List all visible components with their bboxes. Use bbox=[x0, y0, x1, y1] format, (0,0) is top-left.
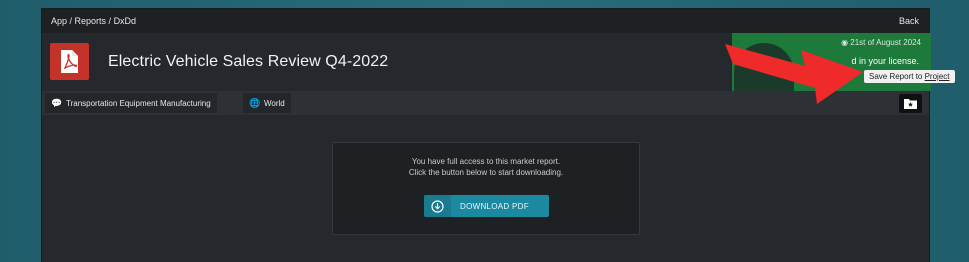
save-tooltip: Save Report to Project bbox=[864, 70, 955, 83]
breadcrumb-separator: / bbox=[106, 16, 114, 26]
breadcrumb: App / Reports / DxDd bbox=[51, 16, 136, 26]
download-pdf-button[interactable]: DOWNLOAD PDF bbox=[424, 195, 549, 217]
breadcrumb-current: DxDd bbox=[113, 16, 137, 26]
tag-region[interactable]: 🌐 World bbox=[243, 93, 291, 113]
folder-star-icon bbox=[904, 99, 917, 109]
tooltip-project-link[interactable]: Project bbox=[925, 72, 950, 81]
download-label: DOWNLOAD PDF bbox=[460, 202, 529, 211]
chat-icon: 💬 bbox=[51, 98, 63, 108]
annotation-arrow-icon bbox=[725, 44, 863, 104]
access-line-1: You have full access to this market repo… bbox=[411, 157, 561, 166]
report-title: Electric Vehicle Sales Review Q4-2022 bbox=[108, 53, 389, 70]
breadcrumb-reports[interactable]: Reports bbox=[75, 16, 107, 26]
pdf-icon bbox=[50, 43, 89, 80]
breadcrumb-app[interactable]: App bbox=[51, 16, 67, 26]
tag-label: Transportation Equipment Manufacturing bbox=[66, 99, 211, 108]
download-card: You have full access to this market repo… bbox=[332, 142, 640, 235]
main-content: You have full access to this market repo… bbox=[42, 115, 929, 262]
download-icon bbox=[424, 195, 451, 217]
tag-label: World bbox=[264, 99, 285, 108]
globe-icon: 🌐 bbox=[249, 98, 261, 108]
access-message: You have full access to this market repo… bbox=[333, 156, 639, 178]
back-button[interactable]: Back bbox=[899, 16, 919, 26]
breadcrumb-separator: / bbox=[67, 16, 75, 26]
access-line-2: Click the button below to start download… bbox=[408, 168, 564, 177]
tag-industry[interactable]: 💬 Transportation Equipment Manufacturing bbox=[45, 93, 217, 113]
save-to-project-button[interactable] bbox=[899, 94, 922, 113]
